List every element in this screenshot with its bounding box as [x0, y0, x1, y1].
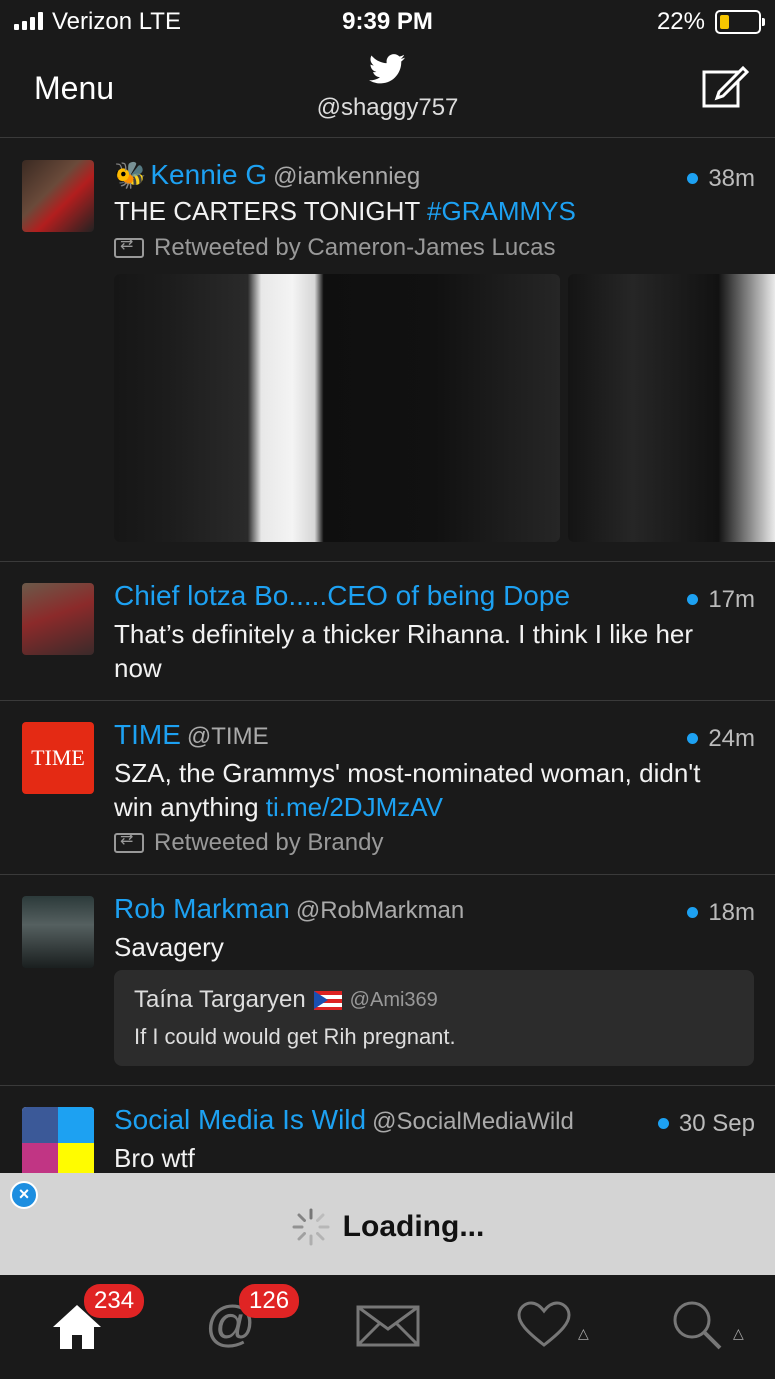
nav-bar: Menu @shaggy757 [0, 44, 775, 138]
tweet-author-name[interactable]: Chief lotza Bo.....CEO of being Dope [114, 580, 570, 612]
tab-likes[interactable]: △ [510, 1275, 600, 1379]
retweet-attribution: Retweeted by Brandy [114, 829, 383, 857]
avatar[interactable] [22, 160, 94, 232]
mentions-badge: 126 [239, 1284, 300, 1318]
twitter-bird-icon [369, 54, 405, 84]
tweet-photo[interactable] [568, 274, 775, 542]
tweet-photo[interactable] [114, 274, 560, 542]
puerto-rico-flag-icon [313, 990, 342, 1010]
retweet-icon [114, 829, 144, 853]
tweet[interactable]: Chief lotza Bo.....CEO of being Dope 17m… [0, 562, 775, 701]
tab-search[interactable]: △ [665, 1275, 755, 1379]
tweet-link[interactable]: ti.me/2DJMzAV [266, 792, 443, 822]
expand-arrow-icon: △ [733, 1325, 744, 1341]
avatar[interactable]: TIME [22, 722, 94, 794]
tweet-time: 17m [687, 586, 755, 614]
retweet-icon [114, 234, 144, 258]
unread-dot-icon [657, 1118, 669, 1129]
tweet-author-handle[interactable]: @iamkennieg [273, 163, 420, 191]
tweet-author-name[interactable]: Social Media Is Wild [114, 1104, 366, 1136]
unread-dot-icon [687, 594, 699, 605]
tab-messages[interactable] [350, 1275, 430, 1379]
avatar[interactable] [22, 896, 94, 968]
tweet-time: 18m [687, 899, 755, 927]
media-strip[interactable] [114, 274, 775, 542]
battery-percent: 22% [656, 8, 705, 35]
tweet-time: 24m [687, 725, 755, 753]
unread-dot-icon [687, 907, 699, 918]
quoted-author-handle[interactable]: @Ami369 [350, 989, 438, 1012]
tweet-time: 30 Sep [657, 1110, 755, 1138]
timeline[interactable]: 🐝 Kennie G @iamkennieg 38m THE CARTERS T… [0, 139, 775, 1173]
retweet-attribution: Retweeted by Cameron-James Lucas [114, 234, 556, 262]
tweet-author-handle[interactable]: @RobMarkman [296, 897, 464, 925]
avatar[interactable] [22, 1107, 94, 1173]
bee-emoji: 🐝 [114, 160, 147, 190]
status-bar: Verizon LTE 9:39 PM 22% [0, 0, 775, 44]
hashtag-link[interactable]: #GRAMMYS [427, 196, 576, 226]
heart-icon [517, 1301, 571, 1347]
tweet-text: SZA, the Grammys' most-nominated woman, … [114, 758, 701, 822]
close-icon[interactable]: × [10, 1181, 38, 1209]
unread-dot-icon [687, 733, 699, 744]
tweet-author-name[interactable]: Rob Markman [114, 893, 290, 925]
ad-banner[interactable]: × Loading... [0, 1173, 775, 1275]
tweet-time: 38m [687, 165, 755, 193]
tab-mentions[interactable]: @ 126 [195, 1275, 315, 1379]
home-badge: 234 [84, 1284, 145, 1318]
account-handle[interactable]: @shaggy757 [0, 94, 775, 122]
unread-dot-icon [687, 173, 699, 184]
tab-bar: 234 @ 126 △ △ [0, 1275, 775, 1379]
tweet-text: That’s definitely a thicker Rihanna. I t… [114, 619, 694, 683]
tweet-author-name[interactable]: Kennie G [150, 159, 267, 191]
tab-home[interactable]: 234 [40, 1275, 160, 1379]
avatar[interactable] [22, 583, 94, 655]
battery-icon [715, 10, 765, 34]
time-logo: TIME [31, 745, 85, 770]
ad-loading: Loading... [0, 1207, 775, 1247]
tweet-text: Bro wtf [114, 1143, 195, 1173]
search-icon [673, 1301, 722, 1350]
expand-arrow-icon: △ [578, 1325, 589, 1341]
tweet-author-handle[interactable]: @TIME [187, 723, 269, 751]
quoted-text: If I could would get Rih pregnant. [134, 1024, 456, 1049]
envelope-icon [356, 1305, 420, 1347]
spinner-icon [292, 1208, 330, 1246]
tweet-text: THE CARTERS TONIGHT #GRAMMYS [114, 196, 576, 226]
compose-icon[interactable] [701, 62, 749, 110]
tweet[interactable]: Social Media Is Wild @SocialMediaWild 30… [0, 1086, 775, 1173]
tweet-author-handle[interactable]: @SocialMediaWild [372, 1108, 574, 1136]
quoted-tweet[interactable]: Taína Targaryen @Ami369 If I could would… [114, 970, 754, 1066]
tweet[interactable]: Rob Markman @RobMarkman 18m Savagery Taí… [0, 875, 775, 1086]
tweet-author-name[interactable]: TIME [114, 719, 181, 751]
tweet[interactable]: 🐝 Kennie G @iamkennieg 38m THE CARTERS T… [0, 139, 775, 562]
tweet[interactable]: TIME TIME @TIME 24m SZA, the Grammys' mo… [0, 701, 775, 875]
quoted-author-name[interactable]: Taína Targaryen [134, 986, 306, 1014]
tweet-text: Savagery [114, 932, 224, 962]
